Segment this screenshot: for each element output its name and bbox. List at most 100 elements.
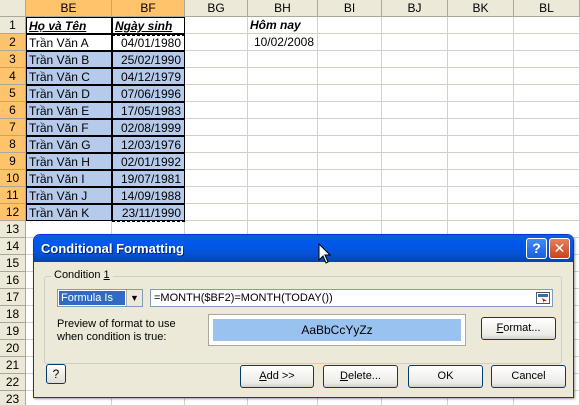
close-icon[interactable]: ✕ — [549, 238, 570, 259]
cell-bj2[interactable] — [382, 34, 448, 51]
formula-input[interactable]: =MONTH($BF2)=MONTH(TODAY()) — [150, 289, 553, 307]
cell-be3[interactable]: Trần Văn B — [26, 51, 112, 68]
cell-bk4[interactable] — [448, 68, 514, 85]
cell-bj7[interactable] — [382, 119, 448, 136]
cell-bi1[interactable] — [318, 17, 382, 34]
cell-bi5[interactable] — [318, 85, 382, 102]
cell-bh4[interactable] — [248, 68, 318, 85]
cell-be2[interactable]: Trần Văn A — [26, 34, 112, 51]
cell-bf12[interactable]: 23/11/1990 — [112, 204, 185, 221]
row-header-23[interactable]: 23 — [0, 391, 26, 405]
cell-bk3[interactable] — [448, 51, 514, 68]
cell-bh1[interactable]: Hôm nay — [248, 17, 318, 34]
help-button[interactable]: ? — [46, 364, 66, 384]
row-header-14[interactable]: 14 — [0, 238, 26, 255]
cell-bl8[interactable] — [514, 136, 580, 153]
row-header-12[interactable]: 12 — [0, 204, 26, 221]
cell-bl9[interactable] — [514, 153, 580, 170]
dropdown-arrow-icon[interactable]: ▼ — [126, 290, 142, 306]
cell-bj5[interactable] — [382, 85, 448, 102]
cell-be8[interactable]: Trần Văn G — [26, 136, 112, 153]
cell-bf1[interactable]: Ngày sinh — [112, 17, 185, 34]
cell-bg7[interactable] — [185, 119, 248, 136]
row-header-2[interactable]: 2 — [0, 34, 26, 51]
cell-bg10[interactable] — [185, 170, 248, 187]
cell-bh11[interactable] — [248, 187, 318, 204]
cell-bk6[interactable] — [448, 102, 514, 119]
cell-be11[interactable]: Trần Văn J — [26, 187, 112, 204]
cell-bh7[interactable] — [248, 119, 318, 136]
cell-bj9[interactable] — [382, 153, 448, 170]
cell-bl4[interactable] — [514, 68, 580, 85]
row-header-11[interactable]: 11 — [0, 187, 26, 204]
cell-bf4[interactable]: 04/12/1979 — [112, 68, 185, 85]
format-button[interactable]: Format... — [481, 317, 556, 340]
cell-bh10[interactable] — [248, 170, 318, 187]
column-header-bi[interactable]: BI — [318, 0, 382, 17]
cell-bk12[interactable] — [448, 204, 514, 221]
cell-be5[interactable]: Trần Văn D — [26, 85, 112, 102]
cell-bi2[interactable] — [318, 34, 382, 51]
cell-be7[interactable]: Trần Văn F — [26, 119, 112, 136]
row-header-17[interactable]: 17 — [0, 289, 26, 306]
cancel-button[interactable]: Cancel — [491, 365, 566, 388]
cell-bl10[interactable] — [514, 170, 580, 187]
cell-bi3[interactable] — [318, 51, 382, 68]
cell-bg5[interactable] — [185, 85, 248, 102]
cell-bi12[interactable] — [318, 204, 382, 221]
row-header-7[interactable]: 7 — [0, 119, 26, 136]
column-header-bg[interactable]: BG — [185, 0, 248, 17]
select-all-corner[interactable] — [0, 0, 26, 17]
cell-bg9[interactable] — [185, 153, 248, 170]
help-question-icon[interactable]: ? — [526, 238, 547, 259]
cell-bk10[interactable] — [448, 170, 514, 187]
row-header-16[interactable]: 16 — [0, 272, 26, 289]
cell-bf2[interactable]: 04/01/1980 — [112, 34, 185, 51]
row-header-20[interactable]: 20 — [0, 340, 26, 357]
row-header-8[interactable]: 8 — [0, 136, 26, 153]
cell-bh2[interactable]: 10/02/2008 — [248, 34, 318, 51]
row-header-3[interactable]: 3 — [0, 51, 26, 68]
column-header-bh[interactable]: BH — [248, 0, 318, 17]
row-header-22[interactable]: 22 — [0, 374, 26, 391]
cell-bg12[interactable] — [185, 204, 248, 221]
cell-bj12[interactable] — [382, 204, 448, 221]
column-header-bk[interactable]: BK — [448, 0, 514, 17]
row-header-9[interactable]: 9 — [0, 153, 26, 170]
cell-bl2[interactable] — [514, 34, 580, 51]
collapse-dialog-icon[interactable] — [536, 292, 550, 304]
cell-be9[interactable]: Trần Văn H — [26, 153, 112, 170]
cell-bf8[interactable]: 12/03/1976 — [112, 136, 185, 153]
row-header-18[interactable]: 18 — [0, 306, 26, 323]
cell-bh8[interactable] — [248, 136, 318, 153]
row-header-15[interactable]: 15 — [0, 255, 26, 272]
cell-bg1[interactable] — [185, 17, 248, 34]
cell-bj4[interactable] — [382, 68, 448, 85]
row-header-6[interactable]: 6 — [0, 102, 26, 119]
cell-bg8[interactable] — [185, 136, 248, 153]
row-header-21[interactable]: 21 — [0, 357, 26, 374]
cell-bh5[interactable] — [248, 85, 318, 102]
cell-bk2[interactable] — [448, 34, 514, 51]
column-header-bf[interactable]: BF — [112, 0, 185, 17]
cell-bl1[interactable] — [514, 17, 580, 34]
cell-bi11[interactable] — [318, 187, 382, 204]
row-header-5[interactable]: 5 — [0, 85, 26, 102]
operator-dropdown[interactable]: Formula Is ▼ — [57, 289, 143, 307]
cell-be4[interactable]: Trần Văn C — [26, 68, 112, 85]
row-header-4[interactable]: 4 — [0, 68, 26, 85]
column-header-bj[interactable]: BJ — [382, 0, 448, 17]
cell-bf9[interactable]: 02/01/1992 — [112, 153, 185, 170]
cell-bk8[interactable] — [448, 136, 514, 153]
column-header-be[interactable]: BE — [26, 0, 112, 17]
cell-bg6[interactable] — [185, 102, 248, 119]
cell-bh3[interactable] — [248, 51, 318, 68]
row-header-13[interactable]: 13 — [0, 221, 26, 238]
cell-bl6[interactable] — [514, 102, 580, 119]
cell-bh6[interactable] — [248, 102, 318, 119]
cell-bg4[interactable] — [185, 68, 248, 85]
row-header-1[interactable]: 1 — [0, 17, 26, 34]
cell-bl12[interactable] — [514, 204, 580, 221]
row-header-19[interactable]: 19 — [0, 323, 26, 340]
cell-bj11[interactable] — [382, 187, 448, 204]
